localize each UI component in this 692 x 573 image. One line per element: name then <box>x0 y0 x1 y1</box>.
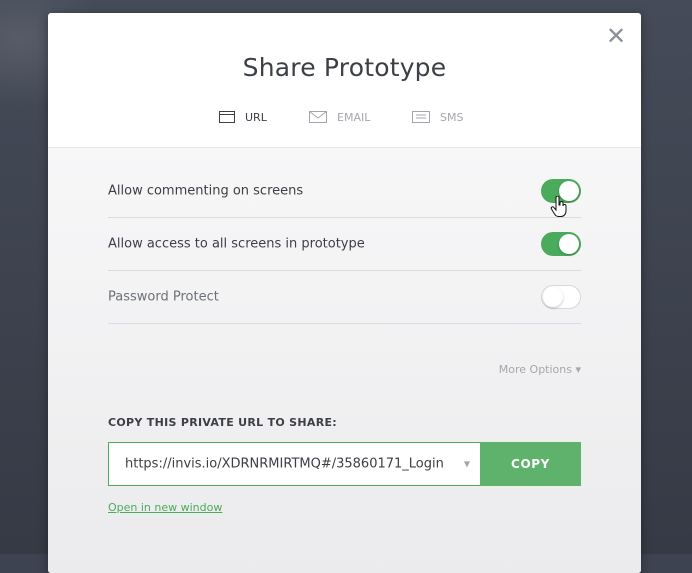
close-button[interactable]: ✕ <box>605 22 627 50</box>
all-screens-toggle[interactable] <box>541 232 581 256</box>
private-url-label: COPY THIS PRIVATE URL TO SHARE: <box>108 416 337 429</box>
toggle-knob <box>543 287 563 307</box>
envelope-icon <box>309 111 327 126</box>
share-settings-panel: Allow commenting on screens Allow access… <box>48 147 641 573</box>
private-url-field[interactable]: https://invis.io/XDRNRMIRTMQ#/35860171_L… <box>108 442 480 486</box>
toggle-knob <box>559 234 579 254</box>
tab-email[interactable]: EMAIL <box>309 109 379 149</box>
private-url-group: https://invis.io/XDRNRMIRTMQ#/35860171_L… <box>108 442 581 486</box>
share-tabs: URL EMAIL SMS <box>48 109 641 151</box>
setting-label: Allow access to all screens in prototype <box>108 236 365 252</box>
setting-label: Password Protect <box>108 289 219 305</box>
setting-row-password: Password Protect <box>108 271 581 324</box>
private-url-value: https://invis.io/XDRNRMIRTMQ#/35860171_L… <box>125 456 444 472</box>
modal-title: Share Prototype <box>242 53 447 82</box>
tab-sms-label: SMS <box>440 111 464 124</box>
open-in-new-window-link[interactable]: Open in new window <box>108 501 222 514</box>
copy-button[interactable]: COPY <box>480 442 581 486</box>
setting-row-commenting: Allow commenting on screens <box>108 165 581 218</box>
share-prototype-modal: ✕ Share Prototype URL EMAIL SMS Allow co… <box>48 13 641 573</box>
close-icon: ✕ <box>605 22 627 50</box>
dropdown-caret-icon[interactable]: ▼ <box>464 460 470 469</box>
tab-url-label: URL <box>245 111 267 124</box>
password-protect-toggle[interactable] <box>541 285 581 309</box>
tab-email-label: EMAIL <box>337 111 371 124</box>
browser-window-icon <box>219 111 235 126</box>
setting-label: Allow commenting on screens <box>108 183 304 199</box>
chat-bubble-icon <box>412 111 430 126</box>
hand-cursor-icon <box>550 195 568 218</box>
setting-row-all-screens: Allow access to all screens in prototype <box>108 218 581 271</box>
tab-url[interactable]: URL <box>219 109 275 151</box>
more-options-link[interactable]: More Options ▾ <box>499 363 581 376</box>
tab-sms[interactable]: SMS <box>412 109 472 149</box>
